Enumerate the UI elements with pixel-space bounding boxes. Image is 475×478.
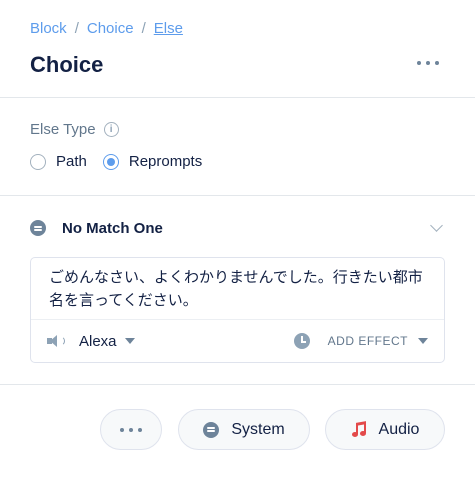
breadcrumb-item-else[interactable]: Else <box>154 20 183 37</box>
prompt-editor: ごめんなさい、よくわかりませんでした。行きたい都市名を言ってください。 Alex… <box>30 257 445 363</box>
more-horizontal-icon <box>138 427 142 432</box>
voice-select[interactable]: Alexa <box>79 333 135 350</box>
breadcrumb: Block / Choice / Else <box>30 20 183 37</box>
more-horizontal-icon <box>417 61 421 65</box>
chat-bubble-icon <box>203 421 220 438</box>
system-button-label: System <box>231 420 285 438</box>
page-title: Choice <box>30 52 104 77</box>
prompt-footer: Alexa ADD EFFECT <box>31 319 444 362</box>
breadcrumb-item-choice[interactable]: Choice <box>87 20 134 37</box>
breadcrumb-item-block[interactable]: Block <box>30 20 67 37</box>
info-icon[interactable]: i <box>103 122 119 137</box>
prompt-text-input[interactable]: ごめんなさい、よくわかりませんでした。行きたい都市名を言ってください。 <box>49 266 429 312</box>
chevron-down-icon[interactable] <box>430 219 443 232</box>
more-horizontal-icon <box>129 427 133 432</box>
radio-option-reprompts[interactable]: Reprompts <box>102 153 203 170</box>
section-title: No Match One <box>62 219 163 237</box>
else-type-label-text: Else Type <box>30 121 96 138</box>
radio-reprompts-label: Reprompts <box>128 153 203 170</box>
divider <box>0 384 475 385</box>
chat-bubble-icon <box>30 220 46 236</box>
else-type-radio-group: Path Reprompts <box>30 153 202 170</box>
add-effect-label: ADD EFFECT <box>327 334 408 348</box>
radio-path-label: Path <box>56 153 87 170</box>
divider <box>0 195 475 196</box>
more-horizontal-icon <box>120 427 124 432</box>
speaker-icon <box>47 334 65 348</box>
more-horizontal-icon <box>426 61 430 65</box>
radio-option-path[interactable]: Path <box>30 153 87 170</box>
radio-reprompts[interactable] <box>102 153 119 170</box>
clock-icon <box>293 333 310 349</box>
divider <box>0 97 475 98</box>
breadcrumb-separator: / <box>74 20 79 37</box>
audio-button[interactable]: Audio <box>325 409 445 450</box>
audio-button-label: Audio <box>378 420 420 438</box>
system-button[interactable]: System <box>178 409 310 450</box>
else-type-label: Else Type i <box>30 121 119 138</box>
more-options-button[interactable] <box>417 56 439 70</box>
no-match-section-header[interactable]: No Match One <box>30 218 445 238</box>
add-effect-button[interactable]: ADD EFFECT <box>293 333 428 349</box>
breadcrumb-separator: / <box>141 20 146 37</box>
radio-path[interactable] <box>30 153 46 170</box>
music-note-icon <box>351 420 367 438</box>
caret-down-icon <box>418 338 428 344</box>
more-steps-button[interactable] <box>100 409 162 450</box>
caret-down-icon <box>124 338 135 344</box>
more-horizontal-icon <box>435 61 439 65</box>
voice-select-value: Alexa <box>79 332 117 350</box>
